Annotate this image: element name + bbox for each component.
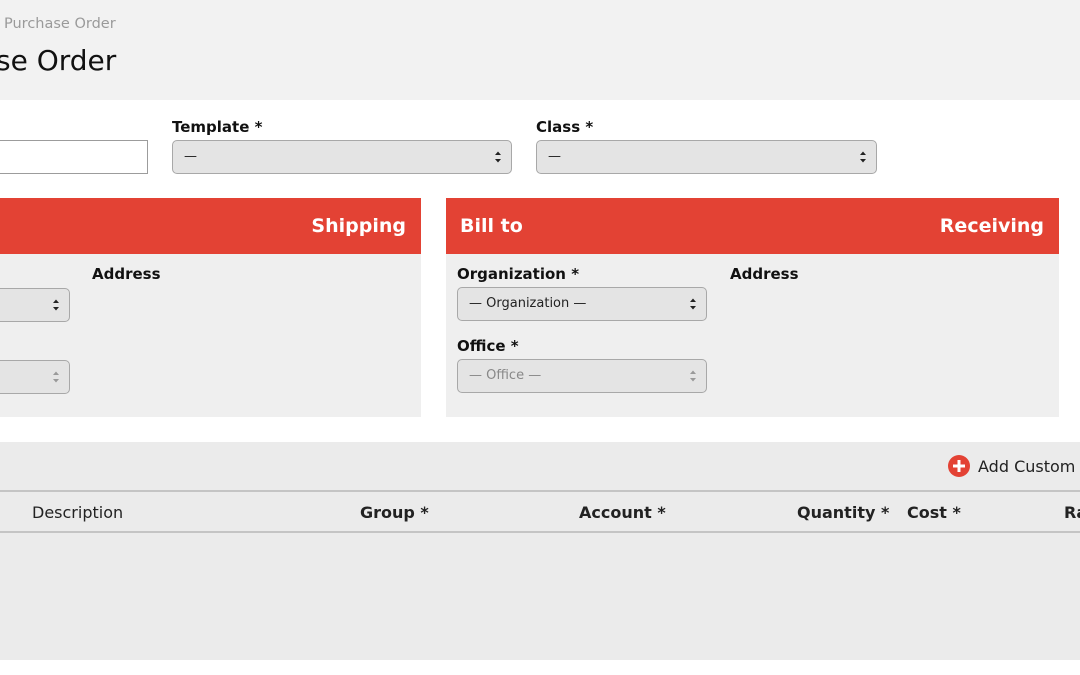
- template-select[interactable]: —: [172, 140, 512, 174]
- add-custom-button[interactable]: Add Custom: [948, 454, 1075, 478]
- chevron-updown-icon: [53, 371, 59, 383]
- line-items-area: [0, 442, 1080, 660]
- column-rate: Ra: [1064, 503, 1080, 522]
- class-label: Class *: [536, 118, 594, 136]
- add-custom-label: Add Custom: [978, 456, 1076, 476]
- plus-circle-icon: [948, 455, 970, 477]
- organization-select-value: — Organization —: [469, 296, 587, 311]
- shipping-title: Shipping: [311, 215, 406, 237]
- class-select[interactable]: —: [536, 140, 877, 174]
- page-title: se Order: [0, 44, 117, 77]
- office-label: Office *: [457, 337, 519, 355]
- template-select-value: —: [184, 149, 197, 164]
- shipping-panel: Address: [0, 254, 421, 417]
- line-items-table-header: Description Group * Account * Quantity *…: [0, 490, 1080, 533]
- shipping-organization-select[interactable]: [0, 288, 70, 322]
- chevron-updown-icon: [495, 151, 501, 163]
- chevron-updown-icon: [860, 151, 866, 163]
- bill-to-panel: Organization * Address — Organization — …: [446, 254, 1059, 417]
- organization-select[interactable]: — Organization —: [457, 287, 707, 321]
- column-description: Description: [32, 503, 124, 522]
- purchase-order-page: Purchase Order se Order Template * — Cla…: [0, 0, 1080, 675]
- shipping-address-label: Address: [92, 265, 161, 283]
- office-select[interactable]: — Office —: [457, 359, 707, 393]
- shipping-office-select[interactable]: [0, 360, 70, 394]
- bill-to-address-label: Address: [730, 265, 799, 283]
- chevron-updown-icon: [690, 298, 696, 310]
- bill-to-title: Bill to: [460, 215, 523, 237]
- shipping-header: Shipping: [0, 198, 421, 254]
- number-input[interactable]: [0, 140, 148, 174]
- chevron-updown-icon: [53, 299, 59, 311]
- column-group: Group *: [360, 503, 429, 522]
- column-quantity: Quantity *: [797, 503, 890, 522]
- organization-label: Organization *: [457, 265, 580, 283]
- chevron-updown-icon: [690, 370, 696, 382]
- class-select-value: —: [548, 149, 561, 164]
- office-select-value: — Office —: [469, 368, 542, 383]
- page-header: Purchase Order se Order: [0, 0, 1080, 100]
- receiving-title: Receiving: [939, 215, 1044, 237]
- column-account: Account *: [579, 503, 666, 522]
- bill-to-header: Bill to Receiving: [446, 198, 1059, 254]
- breadcrumb[interactable]: Purchase Order: [4, 16, 116, 32]
- template-label: Template *: [172, 118, 263, 136]
- column-cost: Cost *: [907, 503, 961, 522]
